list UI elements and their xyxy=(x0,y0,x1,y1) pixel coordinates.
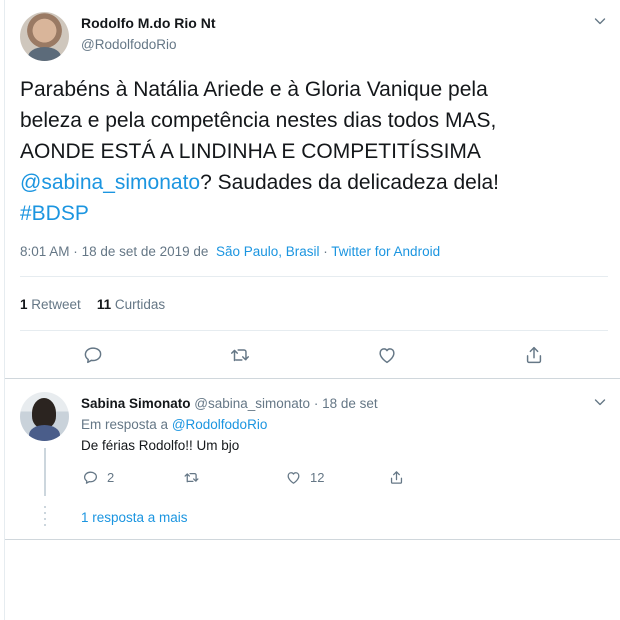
reply-date[interactable]: 18 de set xyxy=(322,396,378,411)
thread-line xyxy=(44,448,46,496)
mention-link[interactable]: @sabina_simonato xyxy=(20,171,200,194)
tweet-date[interactable]: 18 de set de 2019 de xyxy=(82,244,209,259)
avatar[interactable] xyxy=(20,392,69,441)
likes-stat[interactable]: 11 Curtidas xyxy=(97,297,165,312)
author-name[interactable]: Rodolfo M.do Rio Nt xyxy=(81,15,216,31)
retweets-count: 1 xyxy=(20,297,28,312)
tweet-text-line: Parabéns à Natália Ariede e à Gloria Van… xyxy=(20,78,488,101)
divider xyxy=(20,276,608,277)
reply-count: 2 xyxy=(107,469,115,485)
divider xyxy=(20,330,608,331)
tweet-stats: 1 Retweet 11 Curtidas xyxy=(20,297,165,312)
heart-icon[interactable] xyxy=(376,344,398,366)
retweets-label: Retweet xyxy=(31,297,81,312)
tweet-metadata: 8:01 AM · 18 de set de 2019 de São Paulo… xyxy=(20,244,440,259)
tweet-time[interactable]: 8:01 AM xyxy=(20,244,70,259)
reply-author-name[interactable]: Sabina Simonato xyxy=(81,396,191,411)
likes-label: Curtidas xyxy=(114,297,166,312)
author-handle[interactable]: @RodolfodoRio xyxy=(81,37,177,52)
share-icon[interactable] xyxy=(523,344,545,366)
retweet-icon xyxy=(183,469,200,486)
tweet-text-line: beleza e pela competência nestes dias to… xyxy=(20,109,497,132)
share-button[interactable] xyxy=(388,468,405,486)
more-replies-link[interactable]: 1 resposta a mais xyxy=(81,510,188,525)
in-reply-to: Em resposta a @RodolfodoRio xyxy=(81,417,267,432)
location-link[interactable]: São Paulo, Brasil xyxy=(216,244,320,259)
tweet-text-line: AONDE ESTÁ A LINDINHA E COMPETITÍSSIMA xyxy=(20,140,481,163)
tweet-text: Parabéns à Natália Ariede e à Gloria Van… xyxy=(20,74,590,229)
reply-icon[interactable] xyxy=(82,344,104,366)
hashtag-link[interactable]: #BDSP xyxy=(20,202,89,225)
like-count: 12 xyxy=(310,469,325,485)
in-reply-prefix: Em resposta a xyxy=(81,417,169,432)
like-button[interactable]: 12 xyxy=(285,468,324,486)
heart-icon xyxy=(285,469,302,486)
reply-button[interactable]: 2 xyxy=(82,468,114,486)
separator: · xyxy=(73,244,78,259)
likes-count: 11 xyxy=(96,297,112,312)
avatar[interactable] xyxy=(20,12,69,61)
separator: · xyxy=(313,396,319,411)
reply-author-handle[interactable]: @sabina_simonato xyxy=(194,396,310,411)
reply-header: Sabina Simonato @sabina_simonato · 18 de… xyxy=(81,396,378,411)
reply-text: De férias Rodolfo!! Um bjo xyxy=(81,438,240,453)
retweets-stat[interactable]: 1 Retweet xyxy=(20,297,81,312)
tweet-text-tail: ? Saudades da delicadeza dela! xyxy=(200,171,499,194)
thread-dots xyxy=(44,506,46,528)
share-icon xyxy=(388,469,405,486)
source-link[interactable]: Twitter for Android xyxy=(331,244,440,259)
divider xyxy=(5,539,620,540)
chevron-down-icon[interactable] xyxy=(594,396,606,408)
reply-icon xyxy=(82,469,99,486)
in-reply-handle-link[interactable]: @RodolfodoRio xyxy=(172,417,268,432)
chevron-down-icon[interactable] xyxy=(594,15,606,27)
separator: · xyxy=(323,244,328,259)
retweet-button[interactable] xyxy=(183,468,208,486)
divider xyxy=(5,378,620,379)
retweet-icon[interactable] xyxy=(229,344,251,366)
